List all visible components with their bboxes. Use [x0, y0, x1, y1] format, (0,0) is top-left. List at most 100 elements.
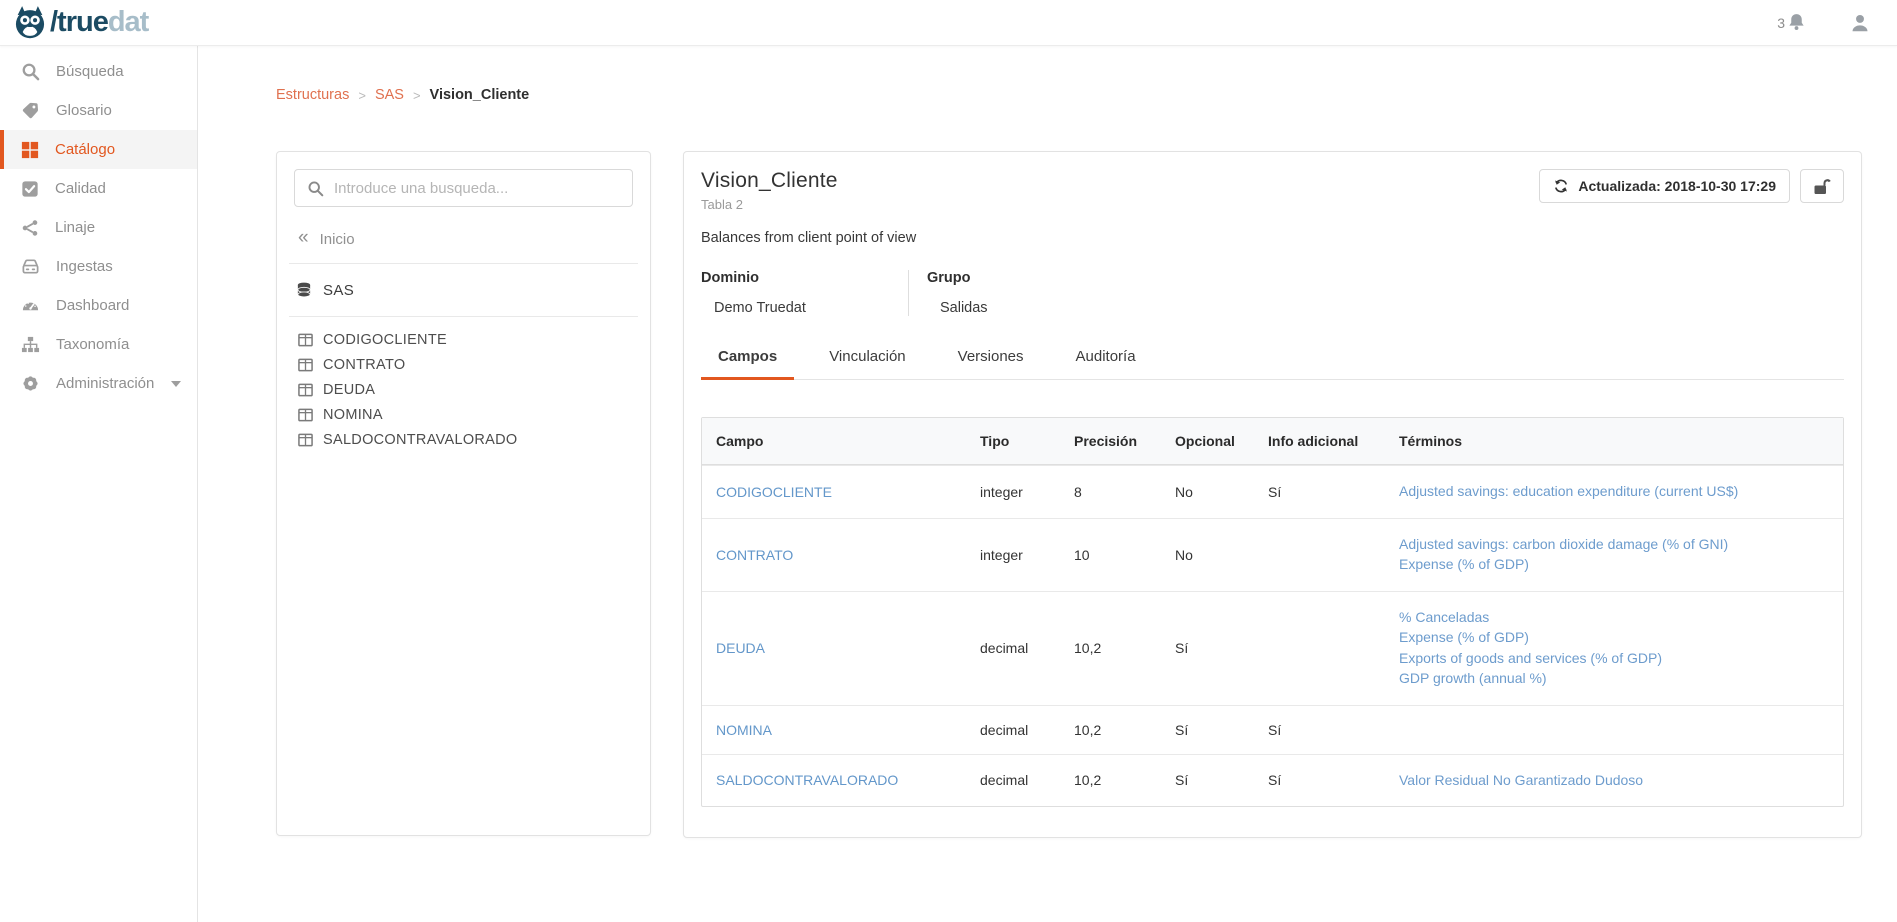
term-link[interactable]: Adjusted savings: education expenditure …: [1399, 482, 1835, 502]
cell-tipo: decimal: [966, 756, 1060, 804]
table-row: DEUDA decimal 10,2 Sí % Canceladas Expen…: [702, 591, 1843, 705]
cell-terminos: Valor Residual No Garantizado Dudoso: [1385, 755, 1843, 807]
tab-auditoria[interactable]: Auditoría: [1059, 348, 1153, 380]
database-icon: [296, 282, 312, 299]
tree-item-label: SALDOCONTRAVALORADO: [323, 432, 518, 448]
column-header-terminos: Términos: [1385, 418, 1843, 464]
field-link[interactable]: SALDOCONTRAVALORADO: [716, 772, 898, 788]
confidentiality-toggle-button[interactable]: [1800, 169, 1844, 203]
table-row: CONTRATO integer 10 No Adjusted savings:…: [702, 518, 1843, 591]
term-link[interactable]: Valor Residual No Garantizado Dudoso: [1399, 771, 1835, 791]
tree-item-deuda[interactable]: DEUDA: [277, 377, 650, 402]
sidebar-item-label: Catálogo: [55, 141, 115, 158]
group-value: Salidas: [927, 300, 988, 316]
term-link[interactable]: GDP growth (annual %): [1399, 669, 1835, 689]
cell-terminos: % Canceladas Expense (% of GDP) Exports …: [1385, 592, 1843, 705]
breadcrumb-sas[interactable]: SAS: [375, 87, 404, 103]
breadcrumb-separator: >: [413, 88, 421, 103]
sidebar-item-glosario[interactable]: Glosario: [0, 91, 197, 130]
breadcrumb-separator: >: [358, 88, 366, 103]
cell-opcional: No: [1161, 468, 1254, 516]
sidebar-item-label: Linaje: [55, 219, 95, 236]
tree-search-box: [294, 169, 633, 207]
sidebar-item-ingestas[interactable]: Ingestas: [0, 247, 197, 286]
cell-precision: 10,2: [1060, 756, 1161, 804]
divider: [908, 270, 909, 316]
structure-type: Tabla 2: [701, 197, 838, 212]
breadcrumb: Estructuras > SAS > Vision_Cliente: [276, 85, 1862, 105]
term-link[interactable]: Expense (% of GDP): [1399, 628, 1835, 648]
table-icon: [298, 433, 313, 447]
field-link[interactable]: NOMINA: [716, 722, 772, 738]
field-link[interactable]: CONTRATO: [716, 547, 793, 563]
archive-icon: [21, 257, 40, 276]
main-content: Estructuras > SAS > Vision_Cliente « Ini…: [198, 46, 1897, 922]
breadcrumb-current: Vision_Cliente: [430, 87, 530, 103]
sidebar-item-linaje[interactable]: Linaje: [0, 208, 197, 247]
meta-section: Dominio Demo Truedat Grupo Salidas: [701, 270, 1844, 316]
tree-system-sas[interactable]: SAS: [277, 274, 650, 306]
tree-item-codigocliente[interactable]: CODIGOCLIENTE: [277, 327, 650, 352]
tree-search-input[interactable]: [334, 180, 620, 197]
sidebar-item-administracion[interactable]: Administración: [0, 364, 197, 403]
user-menu-button[interactable]: [1849, 12, 1871, 34]
cell-opcional: Sí: [1161, 756, 1254, 804]
sidebar-item-label: Ingestas: [56, 258, 113, 275]
cell-terminos: [1385, 714, 1843, 746]
term-link[interactable]: % Canceladas: [1399, 608, 1835, 628]
grid-icon: [21, 141, 39, 159]
term-link[interactable]: Exports of goods and services (% of GDP): [1399, 649, 1835, 669]
cell-terminos: Adjusted savings: carbon dioxide damage …: [1385, 519, 1843, 591]
sidebar-item-label: Dashboard: [56, 297, 129, 314]
cell-opcional: No: [1161, 531, 1254, 579]
cell-precision: 8: [1060, 468, 1161, 516]
sidebar-nav: Búsqueda Glosario Catálogo Calidad Linaj…: [0, 46, 198, 922]
sidebar-item-taxonomia[interactable]: Taxonomía: [0, 325, 197, 364]
refresh-updated-button[interactable]: Actualizada: 2018-10-30 17:29: [1539, 169, 1790, 203]
sidebar-item-dashboard[interactable]: Dashboard: [0, 286, 197, 325]
tree-back-button[interactable]: « Inicio: [277, 225, 650, 253]
tree-item-saldocontravalorado[interactable]: SALDOCONTRAVALORADO: [277, 427, 650, 452]
sidebar-item-catalogo[interactable]: Catálogo: [0, 130, 197, 169]
tree-item-nomina[interactable]: NOMINA: [277, 402, 650, 427]
field-link[interactable]: CODIGOCLIENTE: [716, 484, 832, 500]
cell-precision: 10,2: [1060, 706, 1161, 754]
cell-tipo: integer: [966, 531, 1060, 579]
term-link[interactable]: Adjusted savings: carbon dioxide damage …: [1399, 535, 1835, 555]
page-title: Vision_Cliente: [701, 169, 838, 193]
cell-opcional: Sí: [1161, 624, 1254, 672]
tab-versiones[interactable]: Versiones: [941, 348, 1041, 380]
sidebar-item-calidad[interactable]: Calidad: [0, 169, 197, 208]
term-link[interactable]: Expense (% of GDP): [1399, 555, 1835, 575]
table-header-row: Campo Tipo Precisión Opcional Info adici…: [702, 418, 1843, 465]
logo-text: /truedat: [50, 8, 148, 37]
cell-tipo: integer: [966, 468, 1060, 516]
cell-precision: 10: [1060, 531, 1161, 579]
detail-tabs: Campos Vinculación Versiones Auditoría: [701, 348, 1844, 380]
table-row: NOMINA decimal 10,2 Sí Sí: [702, 705, 1843, 754]
tab-vinculacion[interactable]: Vinculación: [812, 348, 922, 380]
cell-info-adicional: [1254, 632, 1385, 664]
sidebar-item-label: Búsqueda: [56, 63, 124, 80]
column-header-precision: Precisión: [1060, 418, 1161, 464]
sidebar-item-label: Calidad: [55, 180, 106, 197]
check-square-icon: [21, 180, 39, 198]
field-link[interactable]: DEUDA: [716, 640, 765, 656]
tree-system-label: SAS: [323, 282, 354, 299]
top-bar: /truedat 3: [0, 0, 1897, 46]
tree-item-label: CONTRATO: [323, 357, 405, 373]
sidebar-item-label: Taxonomía: [56, 336, 129, 353]
table-icon: [298, 383, 313, 397]
chevron-down-icon: [170, 380, 182, 388]
breadcrumb-estructuras[interactable]: Estructuras: [276, 87, 349, 103]
tree-item-contrato[interactable]: CONTRATO: [277, 352, 650, 377]
cell-info-adicional: Sí: [1254, 468, 1385, 516]
truedat-logo[interactable]: /truedat: [12, 5, 148, 41]
table-icon: [298, 408, 313, 422]
sidebar-item-busqueda[interactable]: Búsqueda: [0, 52, 197, 91]
notification-count: 3: [1777, 15, 1785, 31]
notifications-button[interactable]: 3: [1777, 12, 1807, 33]
gear-icon: [21, 374, 40, 393]
cell-info-adicional: Sí: [1254, 706, 1385, 754]
tab-campos[interactable]: Campos: [701, 348, 794, 380]
